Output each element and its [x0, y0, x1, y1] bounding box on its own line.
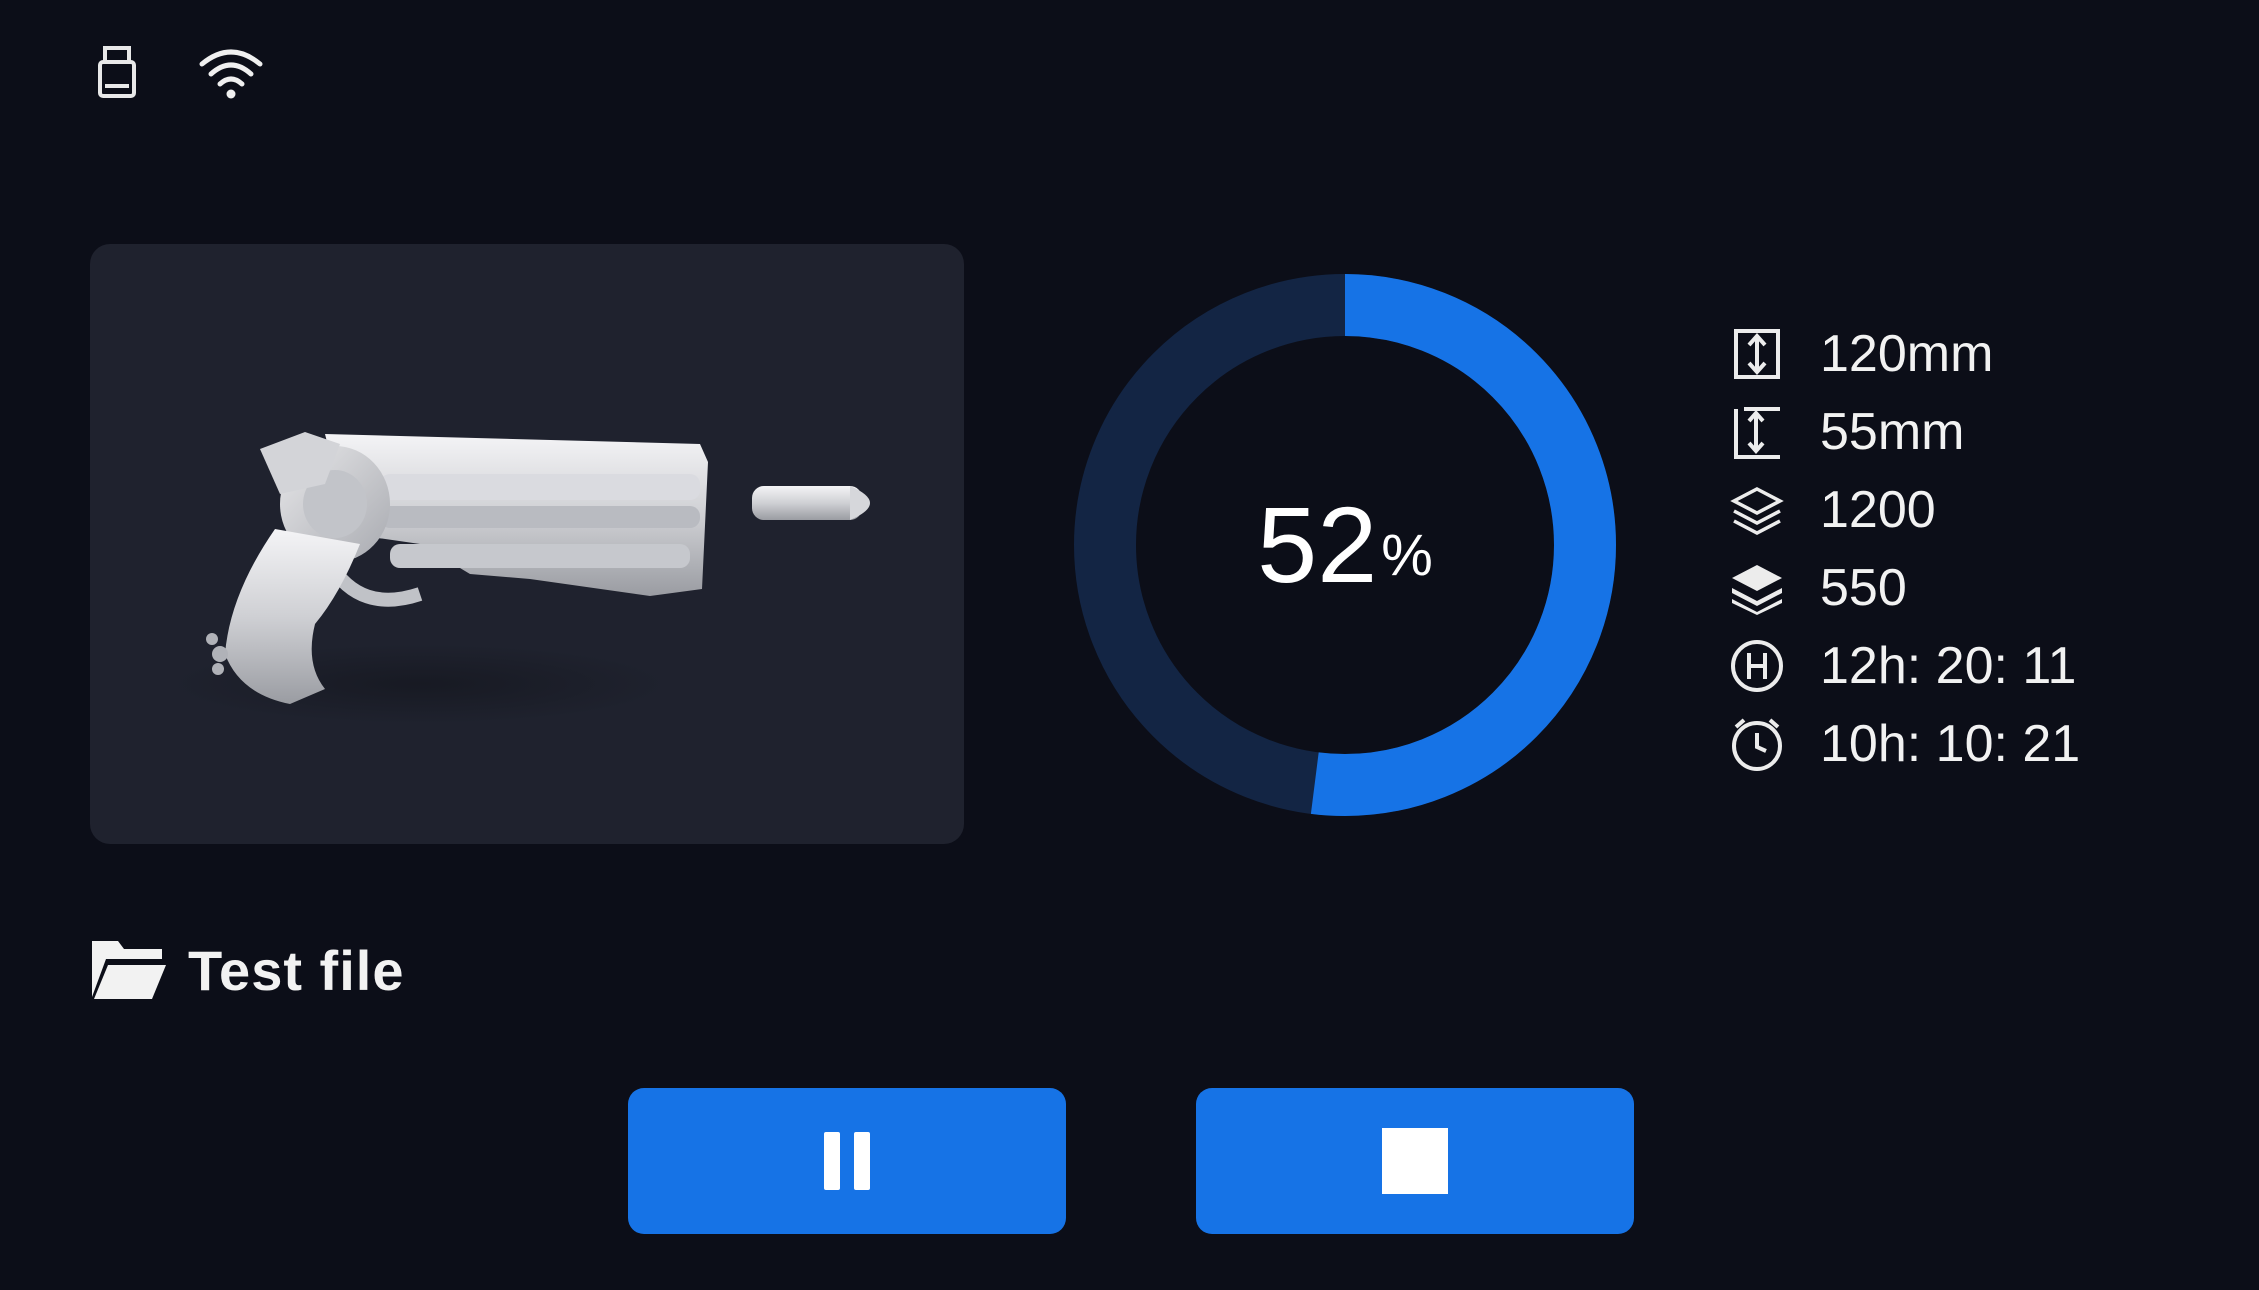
stat-total-layers: 1200: [1726, 471, 2246, 549]
revolver-model-preview: [170, 432, 870, 724]
status-bar: [0, 0, 2259, 125]
usb-icon: [82, 38, 152, 108]
stop-icon: [1382, 1128, 1448, 1194]
stat-total-time: 12h: 20: 11: [1726, 627, 2246, 705]
pause-icon: [824, 1132, 870, 1190]
total-time-icon: [1726, 635, 1788, 697]
stat-value: 1200: [1820, 481, 1936, 539]
stat-value: 120mm: [1820, 325, 1994, 383]
folder-open-icon: [88, 935, 168, 1005]
remaining-time-icon: [1726, 713, 1788, 775]
model-height-icon: [1726, 323, 1788, 385]
progress-value: 52: [1257, 484, 1378, 605]
wifi-icon: [196, 38, 266, 108]
pause-button[interactable]: [628, 1088, 1066, 1234]
print-stats: 120mm 55mm 1200 550 12h: 20: 11 10h: 10:…: [1726, 315, 2246, 783]
stat-model-height: 120mm: [1726, 315, 2246, 393]
stat-printed-height: 55mm: [1726, 393, 2246, 471]
stop-button[interactable]: [1196, 1088, 1634, 1234]
stat-value: 55mm: [1820, 403, 1965, 461]
progress-unit: %: [1381, 523, 1433, 588]
print-progress-screen: Test file 52 % 120mm 55mm 1200 550 12h: …: [0, 0, 2259, 1290]
stat-value: 550: [1820, 559, 1907, 617]
stat-remaining-time: 10h: 10: 21: [1726, 705, 2246, 783]
stat-value: 12h: 20: 11: [1820, 637, 2077, 695]
progress-label: 52 %: [1070, 270, 1620, 820]
stat-current-layer: 550: [1726, 549, 2246, 627]
stat-value: 10h: 10: 21: [1820, 715, 2081, 773]
printed-height-icon: [1726, 401, 1788, 463]
file-row: Test file: [88, 925, 404, 1015]
model-preview: [90, 244, 964, 844]
current-layer-icon: [1726, 557, 1788, 619]
progress-ring: 52 %: [1070, 270, 1620, 820]
file-name: Test file: [188, 938, 405, 1002]
total-layers-icon: [1726, 479, 1788, 541]
